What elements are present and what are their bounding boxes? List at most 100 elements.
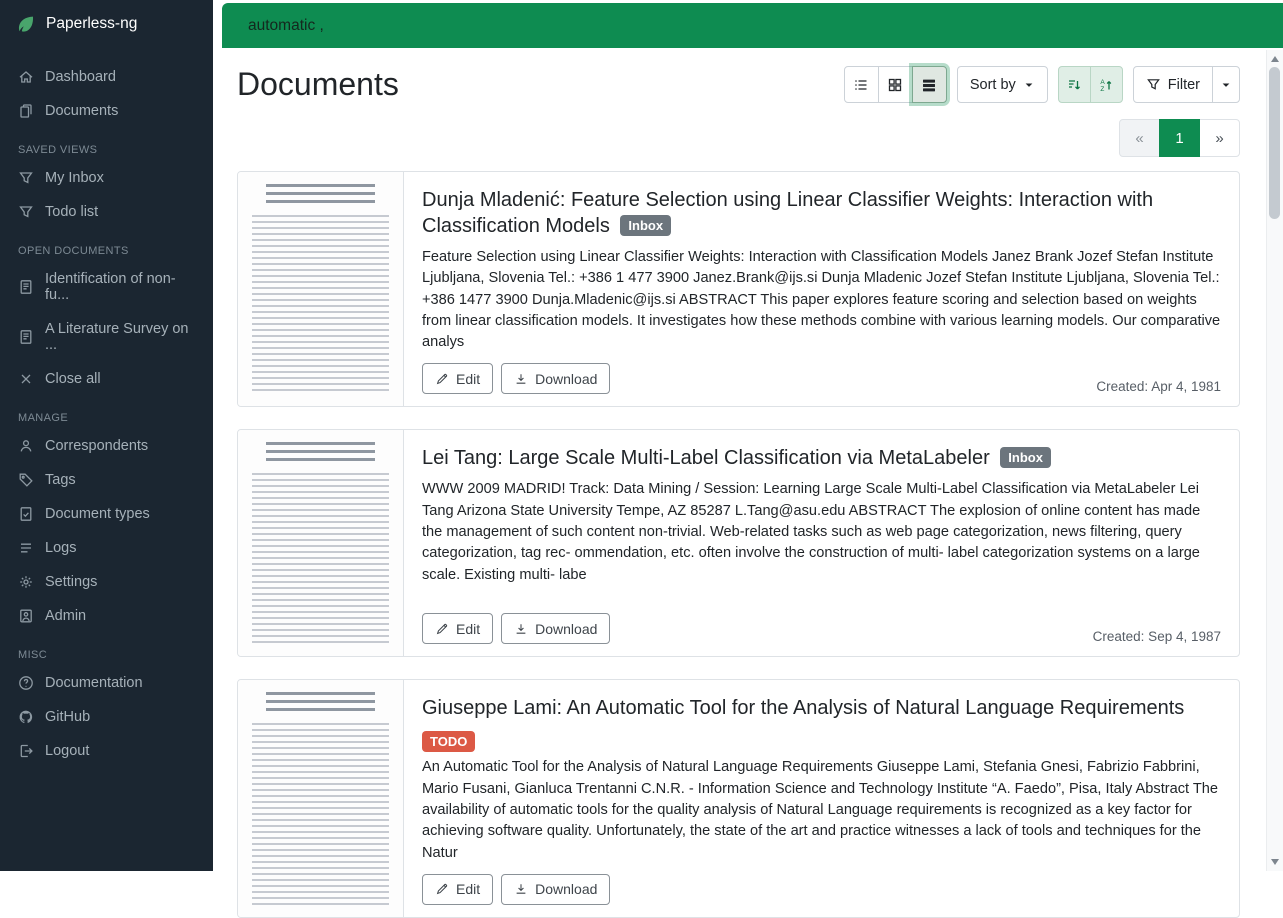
download-label: Download xyxy=(535,621,597,637)
pagination-page-1-button[interactable]: 1 xyxy=(1159,119,1200,157)
sidebar-item-label: A Literature Survey on ... xyxy=(45,321,195,353)
sidebar-item-close-all[interactable]: Close all xyxy=(0,362,213,396)
sidebar-item-label: GitHub xyxy=(45,709,90,725)
sidebar-item-correspondents[interactable]: Correspondents xyxy=(0,429,213,463)
sidebar-section-saved-views: SAVED VIEWS xyxy=(0,128,213,161)
sidebar: Paperless-ng Dashboard Documents SAVED V… xyxy=(0,0,213,871)
sort-direction-button[interactable] xyxy=(1058,66,1091,103)
page-title: Documents xyxy=(237,66,399,103)
svg-text:Z: Z xyxy=(1101,86,1105,93)
sidebar-item-logout[interactable]: Logout xyxy=(0,734,213,768)
sidebar-item-label: Dashboard xyxy=(45,69,116,85)
sort-button-group: AZ xyxy=(1058,66,1123,103)
download-icon xyxy=(514,622,528,636)
pagination-next-button[interactable]: » xyxy=(1199,119,1240,157)
document-thumbnail[interactable] xyxy=(238,430,404,656)
document-snippet: Feature Selection using Linear Classifie… xyxy=(422,247,1221,353)
filter-split-button: Filter xyxy=(1133,66,1240,103)
house-icon xyxy=(18,69,34,85)
pagination-prev-button[interactable]: « xyxy=(1119,119,1160,157)
pagination-row: « 1 » xyxy=(237,119,1240,157)
sidebar-item-documentation[interactable]: Documentation xyxy=(0,666,213,700)
edit-button[interactable]: Edit xyxy=(422,874,493,905)
created-date: Created: Apr 4, 1981 xyxy=(1096,379,1221,394)
download-icon xyxy=(514,882,528,896)
sort-alpha-button[interactable]: AZ xyxy=(1090,66,1123,103)
tag-icon xyxy=(18,472,34,488)
sidebar-item-open-doc-1[interactable]: Identification of non-fu... xyxy=(0,262,213,312)
sidebar-item-label: Documents xyxy=(45,103,118,119)
sidebar-item-tags[interactable]: Tags xyxy=(0,463,213,497)
person-badge-icon xyxy=(18,608,34,624)
sidebar-item-label: Document types xyxy=(45,506,150,522)
scroll-up-button[interactable] xyxy=(1267,52,1283,66)
edit-button[interactable]: Edit xyxy=(422,363,493,394)
sidebar-item-admin[interactable]: Admin xyxy=(0,599,213,633)
sidebar-item-my-inbox[interactable]: My Inbox xyxy=(0,161,213,195)
document-list: Dunja Mladenić: Feature Selection using … xyxy=(237,171,1240,918)
grid-view-icon xyxy=(887,77,903,93)
sidebar-item-github[interactable]: GitHub xyxy=(0,700,213,734)
paperless-leaf-icon xyxy=(16,14,36,34)
thumbnail-text-lines xyxy=(252,215,389,394)
download-button[interactable]: Download xyxy=(501,363,610,394)
scrollbar[interactable] xyxy=(1266,50,1283,871)
view-details-button[interactable] xyxy=(912,66,947,103)
sort-by-label: Sort by xyxy=(970,77,1016,93)
thumbnail-text-lines xyxy=(252,723,389,904)
list-icon xyxy=(18,540,34,556)
filter-caret-button[interactable] xyxy=(1212,66,1240,103)
sidebar-item-document-types[interactable]: Document types xyxy=(0,497,213,531)
view-list-button[interactable] xyxy=(844,66,879,103)
sidebar-item-dashboard[interactable]: Dashboard xyxy=(0,60,213,94)
sort-alpha-icon: AZ xyxy=(1098,77,1114,93)
caret-down-icon xyxy=(1220,79,1232,91)
document-title-link[interactable]: Giuseppe Lami: An Automatic Tool for the… xyxy=(422,697,1184,719)
document-title: Giuseppe Lami: An Automatic Tool for the… xyxy=(422,695,1221,721)
person-icon xyxy=(18,438,34,454)
document-thumbnail[interactable] xyxy=(238,680,404,916)
sidebar-item-label: Tags xyxy=(45,472,76,488)
document-card-body: Dunja Mladenić: Feature Selection using … xyxy=(404,172,1239,406)
view-grid-button[interactable] xyxy=(878,66,913,103)
sidebar-item-open-doc-2[interactable]: A Literature Survey on ... xyxy=(0,312,213,362)
sidebar-item-logs[interactable]: Logs xyxy=(0,531,213,565)
document-card: Dunja Mladenić: Feature Selection using … xyxy=(237,171,1240,407)
sort-by-dropdown[interactable]: Sort by xyxy=(957,66,1048,103)
files-icon xyxy=(18,103,34,119)
sidebar-item-documents[interactable]: Documents xyxy=(0,94,213,128)
funnel-icon xyxy=(18,204,34,220)
document-title-link[interactable]: Lei Tang: Large Scale Multi-Label Classi… xyxy=(422,447,990,469)
thumbnail-title-lines xyxy=(266,184,375,206)
search-input[interactable] xyxy=(246,16,1259,36)
tag-badge[interactable]: Inbox xyxy=(620,215,671,236)
sidebar-section-misc: MISC xyxy=(0,633,213,666)
tag-badge[interactable]: TODO xyxy=(422,731,475,752)
document-title: Dunja Mladenić: Feature Selection using … xyxy=(422,187,1221,239)
tag-badge[interactable]: Inbox xyxy=(1000,447,1051,468)
download-button[interactable]: Download xyxy=(501,613,610,644)
document-thumbnail[interactable] xyxy=(238,172,404,406)
sidebar-item-label: Admin xyxy=(45,608,86,624)
document-snippet: An Automatic Tool for the Analysis of Na… xyxy=(422,757,1221,863)
sidebar-item-label: Correspondents xyxy=(45,438,148,454)
edit-button[interactable]: Edit xyxy=(422,613,493,644)
document-card-footer: Edit Download Created: Sep 4, 1987 xyxy=(422,613,1221,644)
caret-down-icon xyxy=(1023,79,1035,91)
scrollbar-thumb[interactable] xyxy=(1269,67,1280,219)
topbar xyxy=(213,0,1283,48)
scroll-down-icon xyxy=(1271,859,1279,865)
question-circle-icon xyxy=(18,675,34,691)
sidebar-nav: Dashboard Documents SAVED VIEWS My Inbox… xyxy=(0,48,213,768)
download-button[interactable]: Download xyxy=(501,874,610,905)
sidebar-item-settings[interactable]: Settings xyxy=(0,565,213,599)
app-logo[interactable]: Paperless-ng xyxy=(0,0,213,48)
scroll-down-button[interactable] xyxy=(1267,855,1283,869)
document-title-link[interactable]: Dunja Mladenić: Feature Selection using … xyxy=(422,189,1153,237)
pencil-icon xyxy=(435,622,449,636)
document-snippet: WWW 2009 MADRID! Track: Data Mining / Se… xyxy=(422,479,1221,585)
document-card-footer: Edit Download xyxy=(422,874,1221,905)
github-icon xyxy=(18,709,34,725)
filter-button[interactable]: Filter xyxy=(1133,66,1213,103)
sidebar-item-todo-list[interactable]: Todo list xyxy=(0,195,213,229)
